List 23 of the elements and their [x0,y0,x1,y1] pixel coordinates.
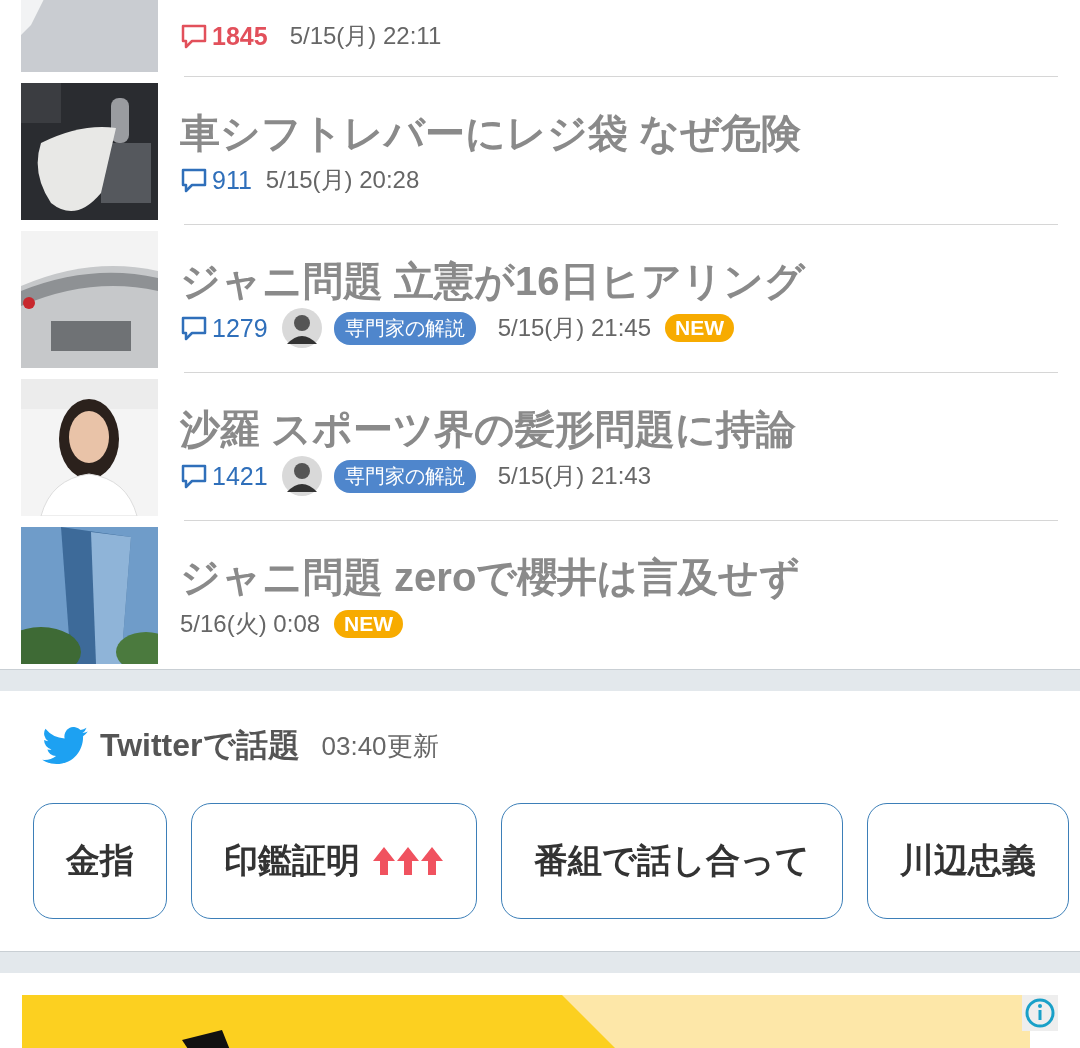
topic-chip[interactable]: 川辺忠義 [867,803,1069,919]
topic-chip[interactable]: 金指 [33,803,167,919]
article-date: 5/15(月) 20:28 [265,165,420,195]
comment-count: 1421 [212,461,268,491]
avatar-icon [281,456,322,496]
avatar-icon [281,308,322,348]
topic-chip[interactable]: 番組で話し合って [501,803,843,919]
topic-chip[interactable]: 印鑑証明 [191,803,477,919]
article-date: 5/16(火) 0:08 [180,609,321,639]
expert-badge: 専門家の解説 [333,311,476,345]
comment-count: 1845 [212,21,268,51]
comment-count: 911 [212,165,252,195]
section-title: Twitterで話題 [100,726,300,765]
article-date: 5/15(月) 22:11 [289,21,442,51]
new-badge: NEW [665,314,735,342]
bird-icon [42,727,88,765]
new-badge: NEW [334,610,404,638]
article-date: 5/15(月) 21:45 [497,313,652,343]
update-time: 03:40更新 [321,729,439,763]
comment-count: 1279 [212,313,268,343]
info-icon[interactable] [1022,995,1058,1031]
expert-badge: 専門家の解説 [333,459,476,493]
article-date: 5/15(月) 21:43 [497,461,652,491]
